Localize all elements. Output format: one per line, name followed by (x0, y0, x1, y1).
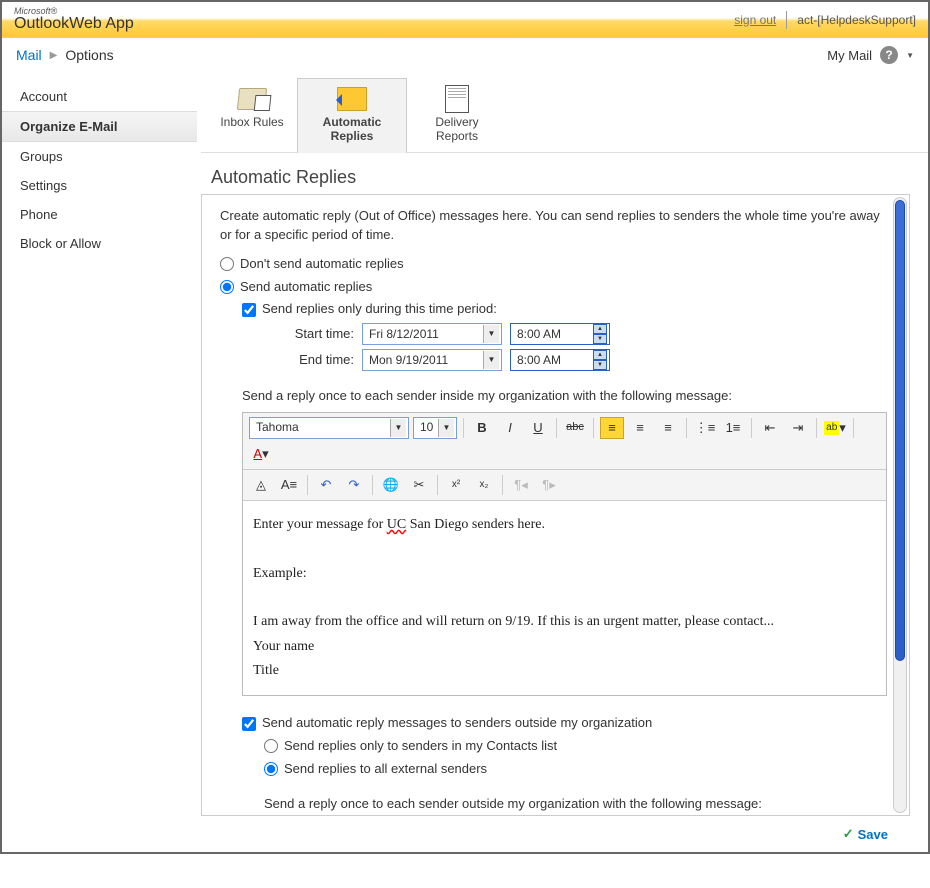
radio-contacts[interactable] (264, 739, 278, 753)
radio-external[interactable] (264, 762, 278, 776)
checkbox-outside-label: Send automatic reply messages to senders… (262, 714, 652, 733)
radio-external-label: Send replies to all external senders (284, 760, 487, 779)
subscript-button[interactable]: x₂ (472, 474, 496, 496)
redo-button[interactable]: ↷ (342, 474, 366, 496)
font-select[interactable]: Tahoma▼ (249, 417, 409, 439)
automatic-replies-icon (337, 87, 367, 111)
underline-button[interactable]: U (526, 417, 550, 439)
italic-button[interactable]: I (498, 417, 522, 439)
indent-button[interactable]: ⇥ (786, 417, 810, 439)
sidebar: Account Organize E-Mail Groups Settings … (2, 72, 197, 852)
end-time-label: End time: (286, 351, 354, 370)
dropdown-arrow-icon: ▼ (390, 419, 406, 437)
paragraph-button[interactable]: A≡ (277, 474, 301, 496)
checkbox-time-period[interactable] (242, 303, 256, 317)
separator (786, 11, 787, 29)
sidebar-item-settings[interactable]: Settings (2, 171, 197, 200)
scrollbar[interactable] (893, 197, 907, 813)
header-bar: Microsoft® OutlookWeb App sign out act-[… (2, 2, 928, 38)
strike-button[interactable]: abc (563, 417, 587, 439)
start-date-select[interactable]: Fri 8/12/2011 ▼ (362, 323, 502, 345)
font-color-button[interactable]: A▾ (249, 443, 273, 465)
page-title: Automatic Replies (201, 153, 928, 194)
checkbox-time-period-label: Send replies only during this time perio… (262, 300, 497, 319)
clear-format-button[interactable]: ◬ (249, 474, 273, 496)
tab-automatic-replies[interactable]: Automatic Replies (297, 78, 407, 153)
breadcrumb: Mail ▶ Options My Mail ? ▼ (2, 38, 928, 72)
dropdown-arrow-icon: ▼ (483, 325, 499, 343)
undo-button[interactable]: ↶ (314, 474, 338, 496)
tab-inbox-rules[interactable]: Inbox Rules (207, 78, 297, 152)
sidebar-item-block[interactable]: Block or Allow (2, 229, 197, 258)
chevron-right-icon: ▶ (50, 50, 58, 61)
scroll-thumb[interactable] (895, 200, 905, 661)
rtl-button[interactable]: ¶▸ (537, 474, 561, 496)
tab-delivery-reports[interactable]: Delivery Reports (407, 78, 507, 152)
superscript-button[interactable]: x² (444, 474, 468, 496)
start-time-label: Start time: (286, 325, 354, 344)
spinner-icon: ▲▼ (593, 350, 607, 370)
sidebar-item-account[interactable]: Account (2, 82, 197, 111)
my-mail-label[interactable]: My Mail (827, 48, 872, 63)
sidebar-item-phone[interactable]: Phone (2, 200, 197, 229)
ltr-button[interactable]: ¶◂ (509, 474, 533, 496)
delivery-reports-icon (445, 85, 469, 113)
end-date-select[interactable]: Mon 9/19/2011 ▼ (362, 349, 502, 371)
outside-instruction: Send a reply once to each sender outside… (264, 795, 891, 814)
radio-dont-send[interactable] (220, 257, 234, 271)
inbox-rules-icon (237, 88, 267, 110)
inside-message-body[interactable]: Enter your message for UC San Diego send… (243, 501, 886, 695)
radio-send[interactable] (220, 280, 234, 294)
mail-link[interactable]: Mail (16, 47, 42, 63)
app-logo: Microsoft® OutlookWeb App (14, 7, 134, 33)
chevron-down-icon[interactable]: ▼ (906, 51, 914, 60)
align-right-button[interactable]: ≡ (656, 417, 680, 439)
radio-contacts-label: Send replies only to senders in my Conta… (284, 737, 557, 756)
inside-editor: Tahoma▼ 10▼ B I U abc ≡ ≡ ≡ ⋮≡ (242, 412, 887, 696)
checkbox-outside[interactable] (242, 717, 256, 731)
spinner-icon: ▲▼ (593, 324, 607, 344)
size-select[interactable]: 10▼ (413, 417, 457, 439)
radio-send-label: Send automatic replies (240, 278, 372, 297)
unlink-button[interactable]: ✂ (407, 474, 431, 496)
dropdown-arrow-icon: ▼ (483, 351, 499, 369)
highlight-button[interactable]: ab▾ (823, 417, 847, 439)
bold-button[interactable]: B (470, 417, 494, 439)
account-name: act-[HelpdeskSupport] (797, 13, 916, 27)
toolbar: Inbox Rules Automatic Replies Delivery R… (201, 72, 928, 153)
sign-out-link[interactable]: sign out (734, 13, 776, 27)
dropdown-arrow-icon: ▼ (438, 419, 454, 437)
align-left-button[interactable]: ≡ (600, 417, 624, 439)
align-center-button[interactable]: ≡ (628, 417, 652, 439)
link-button[interactable]: 🌐 (379, 474, 403, 496)
sidebar-item-organize[interactable]: Organize E-Mail (2, 111, 197, 142)
intro-text: Create automatic reply (Out of Office) m… (220, 207, 891, 245)
check-icon: ✓ (843, 826, 854, 842)
numbering-button[interactable]: 1≡ (721, 417, 745, 439)
start-time-select[interactable]: 8:00 AM ▲▼ (510, 323, 610, 345)
help-icon[interactable]: ? (880, 46, 898, 64)
sidebar-item-groups[interactable]: Groups (2, 142, 197, 171)
radio-dont-send-label: Don't send automatic replies (240, 255, 404, 274)
bullets-button[interactable]: ⋮≡ (693, 417, 717, 439)
save-button[interactable]: ✓ Save (843, 826, 888, 842)
end-time-select[interactable]: 8:00 AM ▲▼ (510, 349, 610, 371)
inside-instruction: Send a reply once to each sender inside … (242, 387, 891, 406)
options-label: Options (65, 47, 113, 63)
outdent-button[interactable]: ⇤ (758, 417, 782, 439)
